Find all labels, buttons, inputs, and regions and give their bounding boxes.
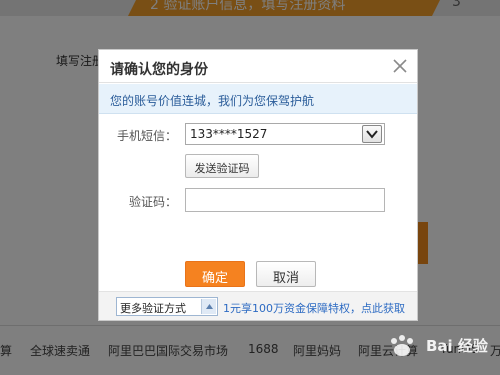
- phone-value: 133****1527: [190, 127, 268, 141]
- code-label: 验证码：: [129, 195, 178, 209]
- cancel-button[interactable]: 取消: [256, 261, 316, 287]
- phone-label: 手机短信：: [117, 129, 178, 143]
- send-code-button[interactable]: 发送验证码: [185, 154, 259, 178]
- verification-code-input[interactable]: [185, 188, 385, 212]
- watermark-text: Bai 经验: [426, 337, 488, 355]
- confirm-button[interactable]: 确定: [185, 261, 245, 287]
- promo-link[interactable]: 1元享100万资金保障特权，点此获取: [223, 300, 405, 316]
- watermark-logo-icon: [391, 335, 413, 356]
- close-icon[interactable]: [391, 57, 409, 75]
- baidu-watermark: Bai 经验: [384, 333, 496, 359]
- more-methods-select[interactable]: 更多验证方式: [116, 297, 218, 316]
- dialog-header: 请确认您的身份: [99, 50, 417, 83]
- identity-verification-dialog: 请确认您的身份 您的账号价值连城，我们为您保驾护航 手机短信： 133****1…: [98, 49, 418, 321]
- send-code-label: 发送验证码: [194, 162, 250, 175]
- chevron-up-icon[interactable]: [201, 299, 216, 314]
- more-methods-label: 更多验证方式: [120, 302, 186, 315]
- dialog-title: 请确认您的身份: [110, 62, 208, 78]
- confirm-label: 确定: [201, 271, 228, 286]
- chevron-down-icon[interactable]: [362, 125, 382, 143]
- cancel-label: 取消: [272, 271, 299, 286]
- security-notice: 您的账号价值连城，我们为您保驾护航: [99, 84, 417, 114]
- notice-text: 您的账号价值连城，我们为您保驾护航: [110, 94, 315, 108]
- phone-select[interactable]: 133****1527: [185, 123, 385, 145]
- dialog-footer: 更多验证方式 1元享100万资金保障特权，点此获取: [99, 291, 417, 320]
